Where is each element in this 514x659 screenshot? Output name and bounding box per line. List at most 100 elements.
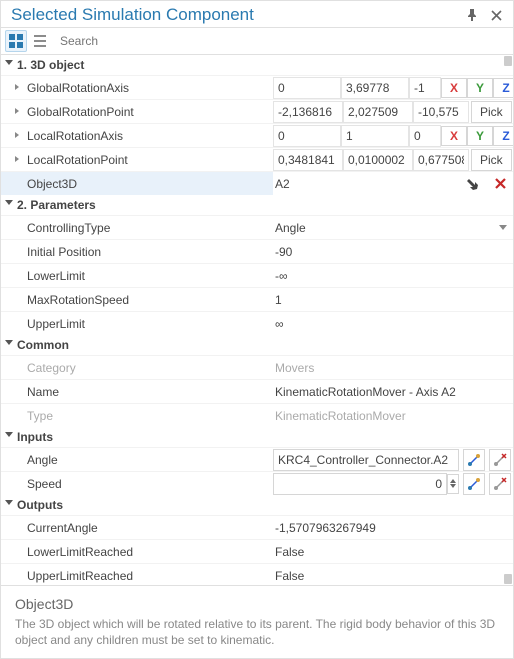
group-outputs[interactable]: Outputs: [1, 495, 513, 515]
group-parameters[interactable]: 2. Parameters: [1, 195, 513, 215]
row-local-rotation-axis: LocalRotationAxis X Y Z: [1, 123, 513, 147]
vec-y-input[interactable]: [341, 77, 409, 99]
prop-label: ControllingType: [27, 221, 110, 235]
prop-value[interactable]: -∞: [273, 265, 290, 287]
expand-icon[interactable]: [15, 156, 19, 162]
axis-z-button[interactable]: Z: [493, 126, 513, 146]
prop-label: Type: [27, 409, 53, 423]
expand-icon[interactable]: [15, 132, 19, 138]
row-angle: Angle: [1, 447, 513, 471]
prop-value: False: [273, 565, 306, 586]
speed-stepper[interactable]: [447, 474, 459, 494]
link-signal-icon[interactable]: [463, 473, 485, 495]
panel-title: Selected Simulation Component: [11, 5, 457, 25]
prop-label: MaxRotationSpeed: [27, 293, 129, 307]
vec-y-input[interactable]: [343, 101, 413, 123]
row-current-angle: CurrentAngle -1,5707963267949: [1, 515, 513, 539]
row-local-rotation-point: LocalRotationPoint Pick: [1, 147, 513, 171]
row-category: Category Movers: [1, 355, 513, 379]
axis-y-button[interactable]: Y: [467, 126, 493, 146]
unlink-signal-icon[interactable]: [489, 449, 511, 471]
row-object3d[interactable]: Object3D A2: [1, 171, 513, 195]
prop-value[interactable]: -90: [273, 241, 294, 263]
group-common[interactable]: Common: [1, 335, 513, 355]
search-input[interactable]: [53, 30, 509, 52]
link-signal-icon[interactable]: [463, 449, 485, 471]
speed-input[interactable]: [273, 473, 447, 495]
angle-input[interactable]: [273, 449, 459, 471]
view-categorized-button[interactable]: [5, 30, 27, 52]
axis-z-button[interactable]: Z: [493, 78, 513, 98]
prop-label: UpperLimitReached: [27, 569, 133, 583]
help-body: The 3D object which will be rotated rela…: [15, 616, 499, 648]
vec-x-input[interactable]: [273, 149, 343, 171]
row-controlling-type[interactable]: ControllingType Angle: [1, 215, 513, 239]
prop-label: Speed: [27, 477, 62, 491]
prop-value: -1,5707963267949: [273, 517, 378, 539]
view-alphabetical-button[interactable]: [29, 30, 51, 52]
axis-x-button[interactable]: X: [441, 78, 467, 98]
unlink-signal-icon[interactable]: [489, 473, 511, 495]
prop-label: UpperLimit: [27, 317, 85, 331]
close-icon[interactable]: [487, 6, 505, 24]
vec-z-input[interactable]: [413, 101, 469, 123]
vec-x-input[interactable]: [273, 125, 341, 147]
prop-value: Movers: [273, 357, 316, 379]
help-panel: Object3D The 3D object which will be rot…: [1, 585, 513, 658]
group-3d-object[interactable]: 1. 3D object: [1, 55, 513, 75]
dropdown-icon[interactable]: [499, 225, 507, 230]
group-inputs[interactable]: Inputs: [1, 427, 513, 447]
prop-label: CurrentAngle: [27, 521, 98, 535]
prop-label: LowerLimitReached: [27, 545, 133, 559]
prop-value[interactable]: KinematicRotationMover - Axis A2: [273, 381, 458, 403]
prop-value: Angle: [273, 217, 308, 239]
group-label: 1. 3D object: [17, 58, 84, 72]
pick-button[interactable]: Pick: [471, 149, 512, 171]
scroll-down-icon[interactable]: [504, 574, 512, 584]
prop-label: Category: [27, 361, 76, 375]
clear-icon[interactable]: [489, 173, 511, 195]
prop-label: Initial Position: [27, 245, 101, 259]
vec-y-input[interactable]: [343, 149, 413, 171]
help-title: Object3D: [15, 596, 499, 612]
group-label: Outputs: [17, 498, 63, 512]
property-grid[interactable]: 1. 3D object GlobalRotationAxis X Y Z Gl…: [1, 55, 513, 585]
prop-label: Angle: [27, 453, 58, 467]
prop-value[interactable]: ∞: [273, 313, 286, 335]
row-speed: Speed: [1, 471, 513, 495]
prop-label: LowerLimit: [27, 269, 85, 283]
vec-x-input[interactable]: [273, 101, 343, 123]
group-label: 2. Parameters: [17, 198, 96, 212]
vec-z-input[interactable]: [413, 149, 469, 171]
row-name: Name KinematicRotationMover - Axis A2: [1, 379, 513, 403]
expand-icon[interactable]: [15, 108, 19, 114]
row-upper-limit: UpperLimit ∞: [1, 311, 513, 335]
prop-value: False: [273, 541, 306, 563]
row-lower-limit: LowerLimit -∞: [1, 263, 513, 287]
group-label: Common: [17, 338, 69, 352]
row-max-rotation-speed: MaxRotationSpeed 1: [1, 287, 513, 311]
vec-z-input[interactable]: [409, 77, 441, 99]
toolbar: [1, 28, 513, 55]
prop-label: LocalRotationAxis: [27, 129, 123, 143]
prop-value: A2: [273, 173, 459, 195]
axis-y-button[interactable]: Y: [467, 78, 493, 98]
axis-x-button[interactable]: X: [441, 126, 467, 146]
prop-label: Name: [27, 385, 59, 399]
prop-label: GlobalRotationAxis: [27, 81, 129, 95]
expand-icon[interactable]: [15, 84, 19, 90]
pick-object-icon[interactable]: [463, 173, 485, 195]
vec-x-input[interactable]: [273, 77, 341, 99]
pin-icon[interactable]: [463, 6, 481, 24]
vec-z-input[interactable]: [409, 125, 441, 147]
prop-label: GlobalRotationPoint: [27, 105, 134, 119]
row-global-rotation-axis: GlobalRotationAxis X Y Z: [1, 75, 513, 99]
prop-label: LocalRotationPoint: [27, 153, 128, 167]
prop-value[interactable]: 1: [273, 289, 284, 311]
pick-button[interactable]: Pick: [471, 101, 512, 123]
prop-label: Object3D: [27, 177, 77, 191]
vec-y-input[interactable]: [341, 125, 409, 147]
row-global-rotation-point: GlobalRotationPoint Pick: [1, 99, 513, 123]
group-label: Inputs: [17, 430, 53, 444]
row-initial-position: Initial Position -90: [1, 239, 513, 263]
